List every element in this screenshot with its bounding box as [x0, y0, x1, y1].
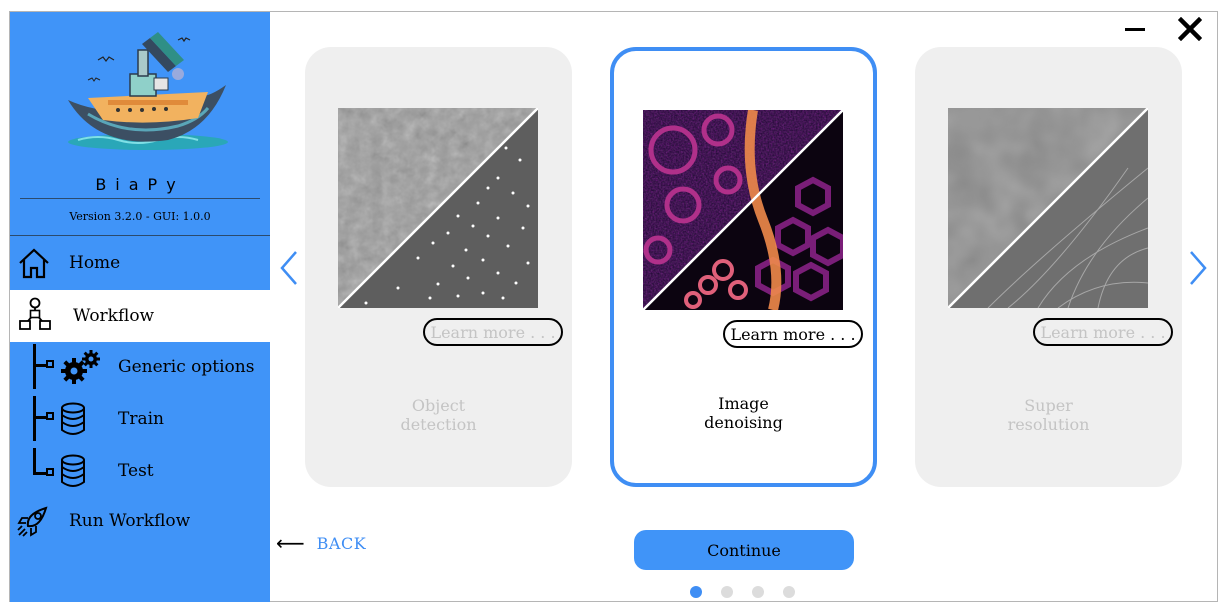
- sidebar-item-home[interactable]: Home: [10, 237, 270, 289]
- version-label: Version 3.2.0 - GUI: 1.0.0: [69, 210, 211, 223]
- database-icon: [61, 402, 85, 435]
- learn-more-button[interactable]: Learn more . . .: [1033, 318, 1173, 346]
- sidebar-item-run-workflow[interactable]: Run Workflow: [10, 498, 270, 544]
- pager-dot[interactable]: [783, 586, 795, 598]
- super-resolution-preview-image: [948, 108, 1148, 308]
- divider: [10, 235, 270, 236]
- sidebar-item-label: Run Workflow: [69, 511, 191, 531]
- object-detection-preview-image: [338, 108, 538, 308]
- sidebar-item-label: Test: [118, 461, 154, 481]
- back-label: BACK: [316, 533, 367, 553]
- home-icon: [19, 248, 49, 279]
- workflow-card-image-denoising[interactable]: Learn more . . . Image denoising: [610, 47, 877, 487]
- carousel-next-arrow[interactable]: [1188, 250, 1208, 286]
- continue-button[interactable]: Continue: [634, 530, 854, 570]
- learn-more-button[interactable]: Learn more . . .: [423, 318, 563, 346]
- sidebar-item-label: Workflow: [73, 306, 155, 326]
- divider: [20, 198, 260, 199]
- card-title: Object detection: [400, 396, 477, 434]
- database-icon: [61, 454, 85, 487]
- image-denoising-preview-image: [643, 110, 843, 310]
- sidebar-item-train[interactable]: Train: [10, 396, 270, 442]
- pager-dot[interactable]: [690, 586, 702, 598]
- pager-dot[interactable]: [752, 586, 764, 598]
- sidebar-item-label: Generic options: [118, 357, 255, 377]
- card-title: Super resolution: [1007, 396, 1090, 434]
- sidebar-item-workflow[interactable]: Workflow: [10, 290, 270, 342]
- close-button[interactable]: [1178, 17, 1202, 41]
- minimize-button[interactable]: [1125, 28, 1145, 31]
- workflow-card-super-resolution[interactable]: Learn more . . . Super resolution: [915, 47, 1182, 487]
- sidebar-item-test[interactable]: Test: [10, 448, 270, 494]
- gears-icon: [61, 350, 100, 384]
- carousel-prev-arrow[interactable]: [279, 250, 299, 286]
- sidebar: BiaPy Version 3.2.0 - GUI: 1.0.0 Home Wo…: [10, 12, 270, 602]
- workflow-card-object-detection[interactable]: Learn more . . . Object detection: [305, 47, 572, 487]
- pager-dot[interactable]: [721, 586, 733, 598]
- sidebar-item-generic-options[interactable]: Generic options: [10, 344, 270, 390]
- sidebar-item-label: Home: [69, 253, 121, 273]
- back-button[interactable]: ⟵ BACK: [276, 531, 366, 555]
- arrow-left-icon: ⟵: [276, 531, 305, 555]
- sidebar-item-label: Train: [118, 409, 164, 429]
- rocket-icon: [17, 506, 48, 537]
- workflow-icon: [19, 297, 51, 330]
- app-name: BiaPy: [95, 175, 185, 194]
- learn-more-button[interactable]: Learn more . . .: [723, 320, 863, 348]
- biapy-logo: [68, 32, 228, 150]
- card-title: Image denoising: [704, 394, 783, 432]
